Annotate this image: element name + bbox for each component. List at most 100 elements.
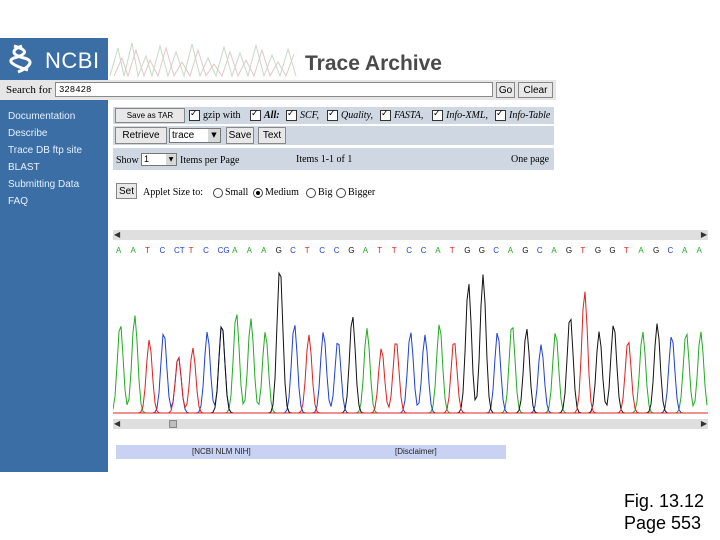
base-call: CG <box>218 246 230 255</box>
all-label: All: <box>264 110 280 121</box>
set-button[interactable]: Set <box>116 183 137 199</box>
base-call: G <box>566 246 572 255</box>
chevron-down-icon[interactable]: ▼ <box>166 154 176 165</box>
base-call: G <box>276 246 282 255</box>
base-call: A <box>247 246 253 255</box>
base-call: A <box>508 246 514 255</box>
gzip-checkbox[interactable] <box>189 108 200 121</box>
base-call: A <box>435 246 441 255</box>
scroll-right-icon[interactable]: ▶ <box>701 419 707 428</box>
base-call: C <box>203 246 209 255</box>
sidebar-item-describe[interactable]: Describe <box>8 128 47 139</box>
info-table-label: Info-Table <box>509 110 551 121</box>
big-radio[interactable] <box>306 188 316 198</box>
base-call: C <box>290 246 296 255</box>
items-per-page-select[interactable]: 1 ▼ <box>141 153 177 166</box>
trace-scrollbar-bottom[interactable]: ◀ ▶ <box>113 419 708 429</box>
save-button[interactable]: Save <box>226 127 254 144</box>
base-call: C <box>493 246 499 255</box>
base-call: C <box>421 246 427 255</box>
sidebar-item-trace-db-ftp[interactable]: Trace DB ftp site <box>8 145 82 156</box>
scroll-right-icon[interactable]: ▶ <box>701 230 707 239</box>
dna-helix-icon <box>9 44 32 74</box>
base-call: G <box>464 246 470 255</box>
search-label: Search for <box>6 84 52 96</box>
chromatogram-traces[interactable] <box>113 256 708 419</box>
base-call: A <box>232 246 238 255</box>
base-call: T <box>145 246 150 255</box>
base-call: T <box>305 246 310 255</box>
footer-ncbi-link[interactable]: [NCBI NLM NIH] <box>192 447 251 456</box>
base-call: A <box>116 246 122 255</box>
retrieve-row: Retrieve trace ▼ Save Text <box>113 126 554 145</box>
one-page-label: One page <box>511 154 550 165</box>
base-call: A <box>682 246 688 255</box>
base-call: A <box>638 246 644 255</box>
quality-label: Quality, <box>341 110 373 121</box>
base-call: G <box>595 246 601 255</box>
bigger-label: Bigger <box>348 187 376 198</box>
all-checkbox[interactable] <box>250 108 261 121</box>
footer-disclaimer-link[interactable]: [Disclaimer] <box>395 447 437 456</box>
info-table-checkbox[interactable] <box>495 108 506 121</box>
caption-figure: Fig. 13.12 <box>623 491 704 511</box>
trace-scrollbar-top[interactable]: ◀ ▶ <box>113 230 708 240</box>
text-button[interactable]: Text <box>258 127 286 144</box>
search-input[interactable] <box>55 82 493 97</box>
medium-radio[interactable] <box>253 188 263 198</box>
scroll-thumb[interactable] <box>169 420 177 428</box>
retrieve-button[interactable]: Retrieve <box>115 127 167 144</box>
fasta-label: FASTA, <box>394 110 424 121</box>
base-call: G <box>522 246 528 255</box>
sidebar-item-submitting-data[interactable]: Submitting Data <box>8 179 79 190</box>
base-call: A <box>363 246 369 255</box>
small-radio[interactable] <box>213 188 223 198</box>
base-call: G <box>609 246 615 255</box>
gzip-label: gzip with <box>203 110 241 121</box>
bigger-radio[interactable] <box>336 188 346 198</box>
fasta-checkbox[interactable] <box>380 108 391 121</box>
base-call: G <box>479 246 485 255</box>
sidebar-item-blast[interactable]: BLAST <box>8 162 40 173</box>
big-label: Big <box>318 187 333 198</box>
save-as-tar-button[interactable]: Save as TAR <box>115 108 185 123</box>
base-call: G <box>348 246 354 255</box>
info-xml-checkbox[interactable] <box>432 108 443 121</box>
scf-label: SCF, <box>300 110 319 121</box>
banner-trace-graphic <box>110 42 297 78</box>
chevron-down-icon[interactable]: ▼ <box>208 129 220 142</box>
ncbi-logo-text: NCBI <box>45 48 100 73</box>
format-select-value: trace <box>172 130 195 141</box>
base-call: CT <box>174 246 185 255</box>
scroll-left-icon[interactable]: ◀ <box>114 419 120 428</box>
base-call: T <box>377 246 382 255</box>
trace-line-c <box>113 325 707 414</box>
base-calls: A A T C CT T C CG A A A G C T C C G A T T C C A T G G C A G C A G T G G T A G… <box>116 246 703 255</box>
ncbi-logo[interactable]: NCBI <box>0 38 108 80</box>
sidebar-item-documentation[interactable]: Documentation <box>8 111 75 122</box>
base-call: T <box>392 246 397 255</box>
sidebar-item-faq[interactable]: FAQ <box>8 196 28 207</box>
scf-checkbox[interactable] <box>286 108 297 121</box>
base-call: G <box>653 246 659 255</box>
base-call: C <box>537 246 543 255</box>
base-call: C <box>406 246 412 255</box>
base-call: T <box>189 246 194 255</box>
base-call: T <box>624 246 629 255</box>
scroll-left-icon[interactable]: ◀ <box>114 230 120 239</box>
format-select[interactable]: trace ▼ <box>169 128 221 143</box>
download-options-row: Save as TAR gzip with All: SCF, Quality,… <box>113 107 554 124</box>
base-call: C <box>319 246 325 255</box>
small-label: Small <box>225 187 249 198</box>
clear-button[interactable]: Clear <box>518 82 553 98</box>
go-button[interactable]: Go <box>496 82 515 98</box>
medium-label: Medium <box>265 187 299 198</box>
base-call: A <box>261 246 267 255</box>
paging-row: Show 1 ▼ Items per Page Items 1-1 of 1 O… <box>113 148 554 170</box>
base-call: A <box>551 246 557 255</box>
items-per-page-label: Items per Page <box>180 155 240 166</box>
quality-checkbox[interactable] <box>327 108 338 121</box>
items-count: Items 1-1 of 1 <box>296 154 353 165</box>
base-call: A <box>131 246 137 255</box>
base-call: A <box>697 246 703 255</box>
